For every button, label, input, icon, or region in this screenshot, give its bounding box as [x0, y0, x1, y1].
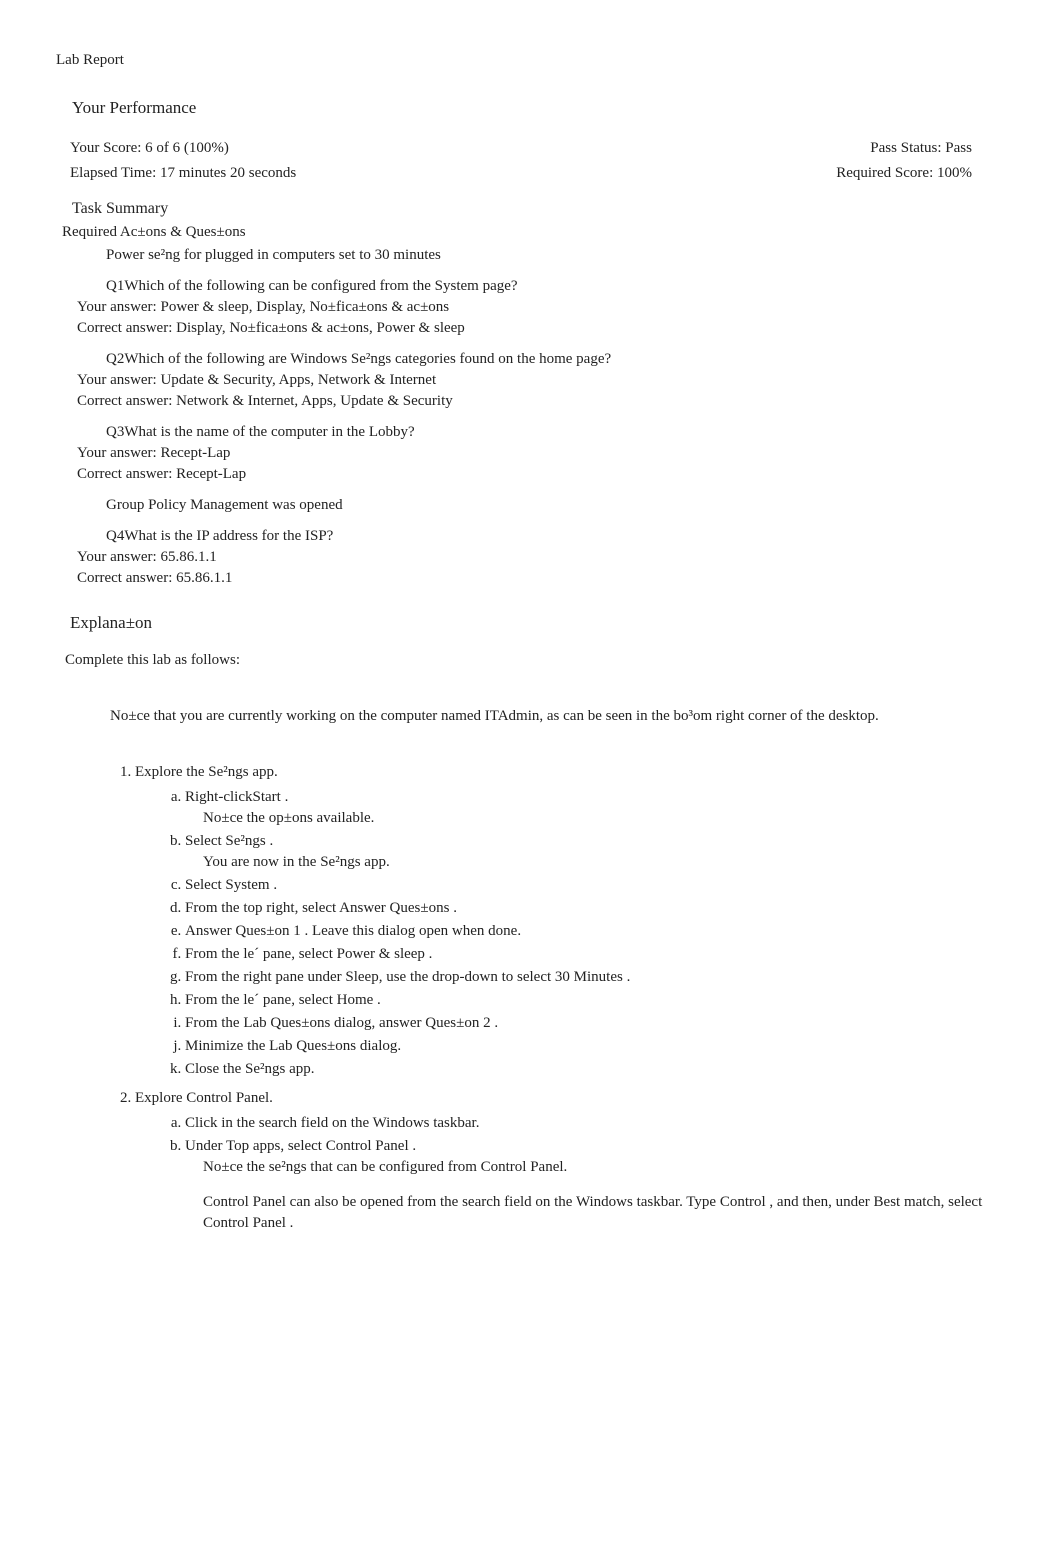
step-2b-text: Under Top apps, select Control Panel .: [185, 1138, 416, 1154]
q3-correct-answer: Correct answer: Recept-Lap: [77, 464, 1022, 485]
q1-your-answer: Your answer: Power & sleep, Display, No±…: [77, 297, 1022, 318]
step-1c: Select System .: [185, 875, 1022, 896]
task-summary-heading: Task Summary: [72, 198, 1022, 220]
step-2-sublist: Click in the search field on the Windows…: [185, 1113, 1022, 1234]
q2-your-answer: Your answer: Update & Security, Apps, Ne…: [77, 370, 1022, 391]
q2-question: Q2Which of the following are Windows Se²…: [106, 349, 1022, 370]
step-1b-note: You are now in the Se²ngs app.: [203, 852, 1022, 873]
step-1a-note: No±ce the op±ons available.: [203, 808, 1022, 829]
q2-correct-answer: Correct answer: Network & Internet, Apps…: [77, 391, 1022, 412]
q3-your-answer: Your answer: Recept-Lap: [77, 443, 1022, 464]
explanation-intro: Complete this lab as follows:: [65, 650, 1022, 671]
time-row: Elapsed Time: 17 minutes 20 seconds Requ…: [70, 163, 972, 184]
explanation-notice: No±ce that you are currently working on …: [110, 706, 982, 727]
pass-status-label: Pass Status: Pass: [870, 138, 972, 159]
step-1g: From the right pane under Sleep, use the…: [185, 967, 1022, 988]
step-1i: From the Lab Ques±ons dialog, answer Que…: [185, 1013, 1022, 1034]
step-1f: From the le´ pane, select Power & sleep …: [185, 944, 1022, 965]
qa-block-4: Q4What is the IP address for the ISP? Yo…: [70, 526, 1022, 589]
step-1b: Select Se²ngs . You are now in the Se²ng…: [185, 831, 1022, 873]
step-1: Explore the Se²ngs app. Right-clickStart…: [135, 762, 1022, 1080]
step-1a-text: Right-clickStart .: [185, 789, 288, 805]
step-2a: Click in the search field on the Windows…: [185, 1113, 1022, 1134]
q1-question: Q1Which of the following can be configur…: [106, 276, 1022, 297]
required-score-label: Required Score: 100%: [836, 163, 972, 184]
qa-block-3: Q3What is the name of the computer in th…: [70, 422, 1022, 485]
step-1j: Minimize the Lab Ques±ons dialog.: [185, 1036, 1022, 1057]
your-score-label: Your Score: 6 of 6 (100%): [70, 138, 229, 159]
step-1h: From the le´ pane, select Home .: [185, 990, 1022, 1011]
q4-your-answer: Your answer: 65.86.1.1: [77, 547, 1022, 568]
qa-block-1: Q1Which of the following can be configur…: [70, 276, 1022, 339]
step-1e: Answer Ques±on 1 . Leave this dialog ope…: [185, 921, 1022, 942]
q4-correct-answer: Correct answer: 65.86.1.1: [77, 568, 1022, 589]
step-2b-note: No±ce the se²ngs that can be configured …: [203, 1157, 1022, 1178]
step-2b-extra: Control Panel can also be opened from th…: [203, 1192, 992, 1234]
page-header-title: Lab Report: [56, 50, 1022, 71]
main-steps-list: Explore the Se²ngs app. Right-clickStart…: [135, 762, 1022, 1234]
explanation-heading: Explana±on: [70, 611, 1022, 635]
step-2-title: Explore Control Panel.: [135, 1090, 273, 1106]
required-actions-heading: Required Ac±ons & Ques±ons: [62, 222, 1022, 243]
step-1-title: Explore the Se²ngs app.: [135, 764, 278, 780]
q3-question: Q3What is the name of the computer in th…: [106, 422, 1022, 443]
step-2b: Under Top apps, select Control Panel . N…: [185, 1136, 1022, 1234]
action-item-1: Power se²ng for plugged in computers set…: [106, 245, 1022, 266]
step-1a: Right-clickStart . No±ce the op±ons avai…: [185, 787, 1022, 829]
performance-heading: Your Performance: [72, 96, 1022, 120]
elapsed-time-label: Elapsed Time: 17 minutes 20 seconds: [70, 163, 296, 184]
qa-block-2: Q2Which of the following are Windows Se²…: [70, 349, 1022, 412]
q4-question: Q4What is the IP address for the ISP?: [106, 526, 1022, 547]
step-1k: Close the Se²ngs app.: [185, 1059, 1022, 1080]
step-1-sublist: Right-clickStart . No±ce the op±ons avai…: [185, 787, 1022, 1080]
step-2: Explore Control Panel. Click in the sear…: [135, 1088, 1022, 1234]
step-1d: From the top right, select Answer Ques±o…: [185, 898, 1022, 919]
q1-correct-answer: Correct answer: Display, No±fica±ons & a…: [77, 318, 1022, 339]
action-item-2: Group Policy Management was opened: [106, 495, 1022, 516]
score-row: Your Score: 6 of 6 (100%) Pass Status: P…: [70, 138, 972, 159]
step-1b-text: Select Se²ngs .: [185, 833, 273, 849]
